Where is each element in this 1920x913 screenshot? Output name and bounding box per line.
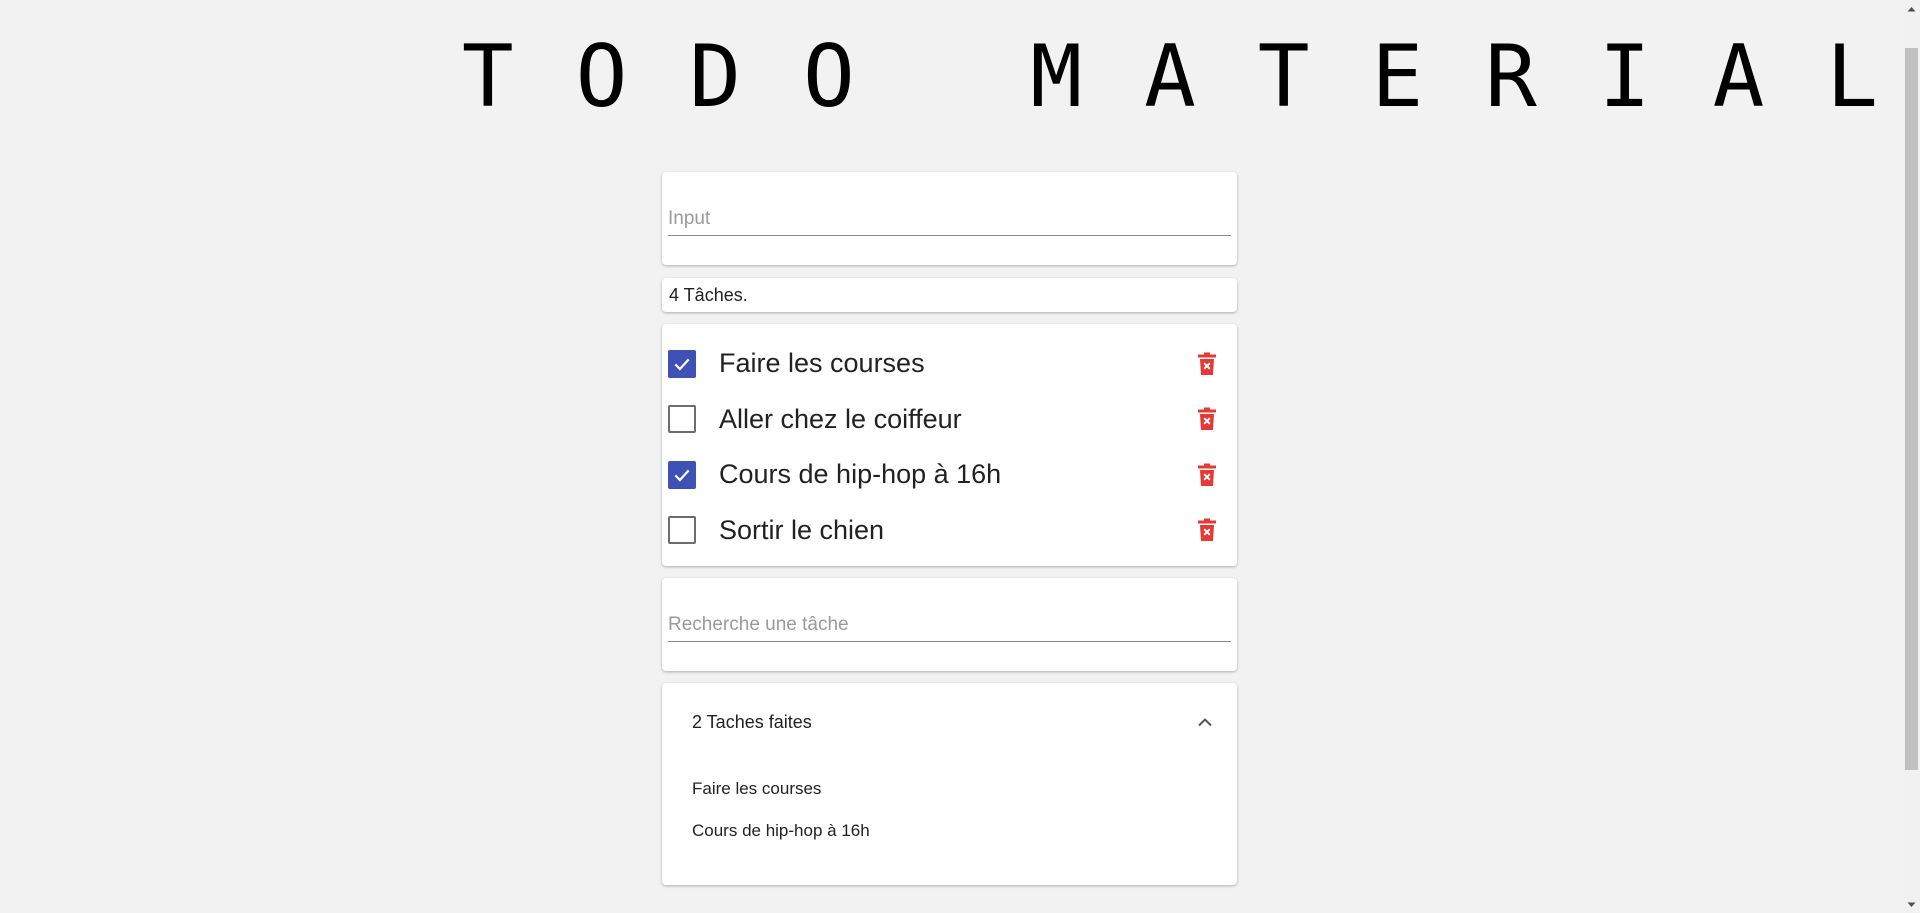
task-checkbox[interactable] [668,516,696,545]
task-label: Sortir le chien [719,514,885,545]
task-checkbox[interactable] [668,460,696,489]
scroll-down-arrow-icon[interactable] [1903,896,1920,913]
task-count-card: 4 Tâches. [662,278,1237,312]
search-card [662,578,1237,671]
delete-forever-icon [1198,352,1216,375]
task-row: Cours de hip-hop à 16h [662,447,1237,503]
new-task-field [668,202,1231,236]
done-list-item: Cours de hip-hop à 16h [692,821,870,840]
check-icon [674,469,690,482]
task-row: Faire les courses [662,336,1237,392]
done-panel-title: 2 Taches faites [692,711,812,732]
delete-task-button[interactable] [1195,405,1219,433]
new-task-input[interactable] [668,202,1231,230]
app-logo: TODO MATERIAL [461,27,1920,127]
delete-task-button[interactable] [1195,516,1219,544]
scroll-up-arrow-icon[interactable] [1903,0,1920,17]
done-list: Faire les courses Cours de hip-hop à 16h [692,779,870,863]
task-checkbox[interactable] [668,405,696,434]
new-task-card [662,172,1237,265]
task-label: Cours de hip-hop à 16h [719,459,1002,490]
chevron-up-icon [1198,718,1212,727]
check-icon [674,358,690,371]
vertical-scrollbar[interactable] [1903,0,1920,913]
task-list: Faire les courses Aller chez le coiffeur [662,324,1237,566]
done-panel-header[interactable]: 2 Taches faites [692,707,1213,737]
task-count-label: 4 Tâches. [669,284,748,305]
page: TODO MATERIAL 4 Tâches. Faire les course… [0,0,1920,913]
main-column: 4 Tâches. Faire les courses [662,172,1237,885]
task-checkbox[interactable] [668,349,696,378]
scrollbar-thumb[interactable] [1905,48,1918,770]
delete-forever-icon [1198,407,1216,431]
search-field [668,608,1231,642]
task-label: Faire les courses [719,348,925,379]
done-tasks-panel: 2 Taches faites Faire les courses Cours … [662,683,1237,885]
search-input[interactable] [668,608,1231,636]
task-label: Aller chez le coiffeur [719,403,962,434]
delete-forever-icon [1198,463,1216,486]
task-row: Sortir le chien [662,503,1237,559]
task-row: Aller chez le coiffeur [662,392,1237,448]
delete-task-button[interactable] [1195,461,1219,489]
delete-task-button[interactable] [1195,350,1219,378]
done-list-item: Faire les courses [692,779,822,798]
delete-forever-icon [1198,518,1216,542]
